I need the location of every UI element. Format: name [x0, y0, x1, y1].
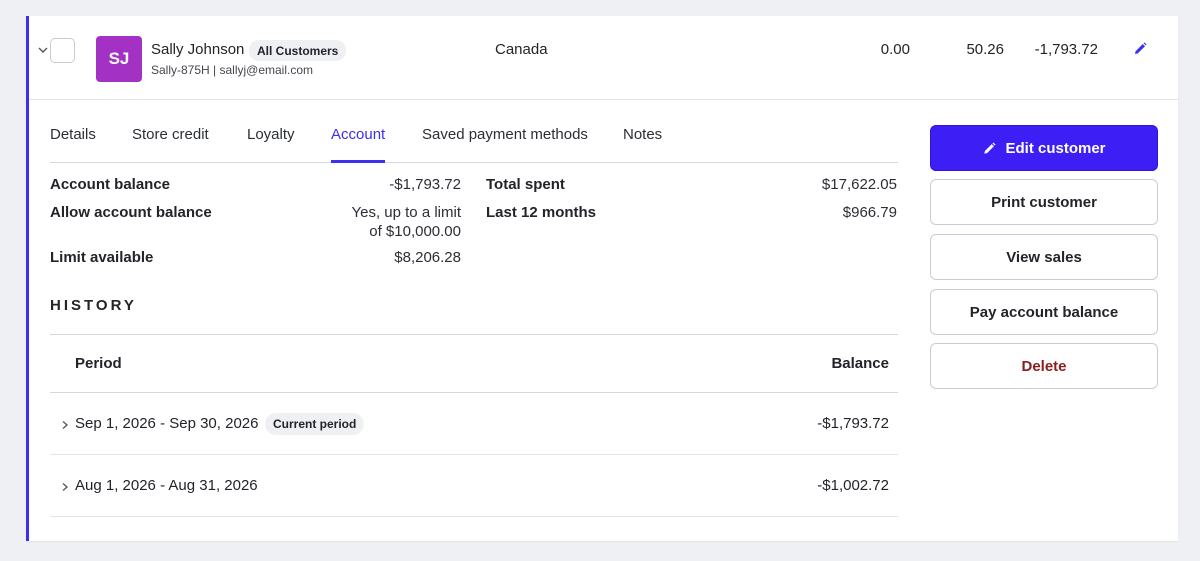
period-text: Aug 1, 2026 - Aug 31, 2026 [75, 477, 258, 494]
last-12-months-value: $966.79 [842, 204, 897, 221]
column-header-balance: Balance [831, 355, 889, 372]
pencil-icon [984, 142, 996, 154]
avatar: SJ [96, 36, 142, 82]
delete-label: Delete [1021, 357, 1067, 375]
tab-loyalty[interactable]: Loyalty [247, 126, 295, 163]
last-12-months-label: Last 12 months [486, 204, 597, 221]
customer-country: Canada [495, 41, 548, 58]
table-row[interactable]: Aug 1, 2026 - Aug 31, 2026 -$1,002.72 [50, 455, 898, 517]
history-table-header: Period Balance [50, 334, 898, 393]
tab-notes[interactable]: Notes [623, 126, 662, 163]
tab-account[interactable]: Account [331, 126, 386, 163]
total-spent-label: Total spent [486, 176, 565, 193]
period-balance: -$1,793.72 [817, 415, 889, 432]
pay-account-balance-label: Pay account balance [969, 303, 1119, 321]
current-period-badge: Current period [265, 413, 365, 435]
history-heading: HISTORY [50, 297, 137, 314]
customer-name: Sally Johnson [151, 41, 245, 58]
customer-value-2: 50.26 [966, 41, 1004, 58]
period-text: Sep 1, 2026 - Sep 30, 2026 [75, 415, 259, 432]
limit-available-value: $8,206.28 [394, 249, 461, 266]
allow-account-balance-value-line2: of $10,000.00 [369, 223, 461, 240]
row-checkbox[interactable] [50, 38, 75, 63]
history-table: Period Balance Sep 1, 2026 - Sep 30, 202… [50, 334, 898, 517]
pay-account-balance-button[interactable]: Pay account balance [930, 289, 1158, 335]
column-header-period: Period [75, 355, 122, 372]
table-row[interactable]: Sep 1, 2026 - Sep 30, 2026 Current perio… [50, 393, 898, 455]
customer-group-badge: All Customers [249, 40, 347, 61]
account-balance-value: -$1,793.72 [389, 176, 461, 193]
tab-store-credit[interactable]: Store credit [132, 126, 209, 163]
limit-available-label: Limit available [50, 249, 154, 266]
chevron-down-icon[interactable] [37, 44, 49, 56]
chevron-right-icon[interactable] [60, 420, 70, 430]
account-balance-label: Account balance [50, 176, 171, 193]
print-customer-button[interactable]: Print customer [930, 179, 1158, 225]
tab-saved-payment-methods[interactable]: Saved payment methods [422, 126, 588, 163]
customer-card: SJ Sally Johnson All Customers Sally-875… [26, 16, 1178, 541]
allow-account-balance-value-line1: Yes, up to a limit [351, 204, 461, 221]
customer-row[interactable]: SJ Sally Johnson All Customers Sally-875… [29, 16, 1178, 100]
allow-account-balance-label: Allow account balance [50, 204, 212, 221]
customer-value-1: 0.00 [880, 41, 910, 58]
period-balance: -$1,002.72 [817, 477, 889, 494]
total-spent-value: $17,622.05 [821, 176, 897, 193]
view-sales-label: View sales [1006, 248, 1082, 266]
print-customer-label: Print customer [991, 193, 1097, 211]
chevron-right-icon[interactable] [60, 482, 70, 492]
view-sales-button[interactable]: View sales [930, 234, 1158, 280]
tab-details[interactable]: Details [50, 126, 96, 163]
edit-customer-label: Edit customer [1005, 139, 1106, 157]
customer-value-3: -1,793.72 [1034, 41, 1098, 58]
edit-customer-button[interactable]: Edit customer [930, 125, 1158, 171]
customer-code-email: Sally-875H | sallyj@email.com [151, 63, 314, 77]
edit-pencil-icon[interactable] [1132, 41, 1148, 57]
customer-tabs: Details Store credit Loyalty Account Sav… [50, 126, 898, 163]
delete-button[interactable]: Delete [930, 343, 1158, 389]
